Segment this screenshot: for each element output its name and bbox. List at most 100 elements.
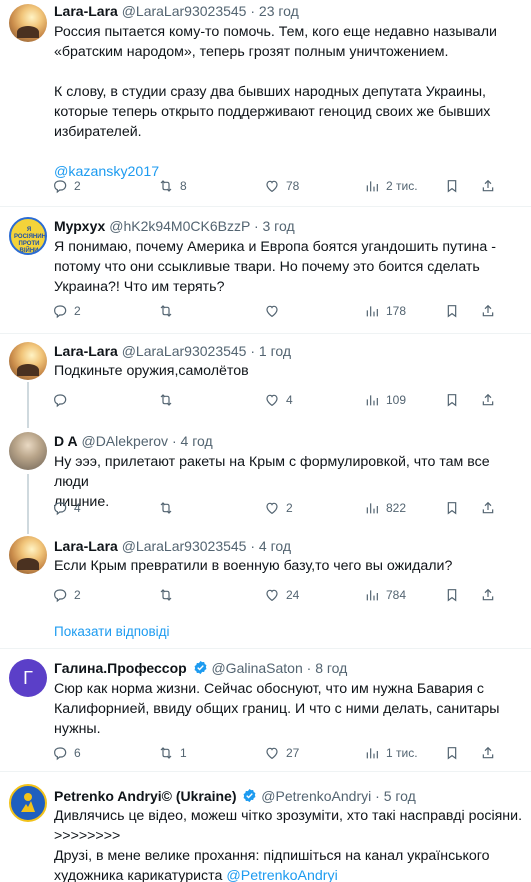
avatar[interactable]: [9, 4, 47, 42]
like-button[interactable]: [264, 301, 286, 321]
author-handle[interactable]: @GalinaSaton: [211, 660, 302, 676]
tweet-card[interactable]: Lara-Lara @LaraLar93023545 · 1 год Подки…: [0, 334, 531, 426]
bookmark-button[interactable]: [444, 176, 460, 196]
text-line: «братским народом», теперь грозят полным…: [54, 44, 449, 60]
tweet-card[interactable]: D A @DAlekperov · 4 год Ну эээ, прилетаю…: [0, 426, 531, 532]
tweet-card[interactable]: Petrenko Andryi© (Ukraine) @PetrenkoAndr…: [0, 772, 531, 882]
retweet-button[interactable]: [158, 585, 180, 605]
share-button[interactable]: [480, 301, 496, 321]
author-name[interactable]: D A: [54, 433, 78, 449]
author-name[interactable]: Мурхух: [54, 218, 105, 234]
views-button[interactable]: 1 тис.: [364, 743, 418, 763]
like-count: 2: [286, 501, 293, 515]
bookmark-button[interactable]: [444, 390, 460, 410]
share-icon: [480, 178, 496, 194]
author-name[interactable]: Lara-Lara: [54, 538, 118, 554]
separator-dot: ·: [250, 538, 256, 554]
reply-icon: [52, 745, 68, 761]
avatar[interactable]: [9, 784, 47, 822]
text-line: Калифорнией, ввиду общих границ. И что с…: [54, 701, 500, 717]
avatar[interactable]: Г: [9, 659, 47, 697]
retweet-button[interactable]: 8: [158, 176, 187, 196]
like-button[interactable]: 4: [264, 390, 293, 410]
text-line: художника карикатуриста: [54, 868, 227, 882]
retweet-button[interactable]: [158, 301, 180, 321]
tweet-header: Мурхух @hK2k94M0CK6BzzP · 3 год: [54, 217, 295, 235]
timestamp[interactable]: 4 год: [259, 538, 291, 554]
heart-icon: [264, 303, 280, 319]
author-name[interactable]: Lara-Lara: [54, 3, 118, 19]
retweet-button[interactable]: [158, 390, 180, 410]
avatar[interactable]: [9, 536, 47, 574]
views-button[interactable]: 2 тис.: [364, 176, 418, 196]
reply-button[interactable]: 2: [52, 585, 81, 605]
share-icon: [480, 745, 496, 761]
author-handle[interactable]: @hK2k94M0CK6BzzP: [109, 218, 250, 234]
bar-chart-icon: [364, 178, 380, 194]
like-button[interactable]: 27: [264, 743, 299, 763]
bookmark-button[interactable]: [444, 498, 460, 518]
views-button[interactable]: 784: [364, 585, 406, 605]
author-name[interactable]: Lara-Lara: [54, 343, 118, 359]
avatar[interactable]: Я РОСІЯНИН ПРОТИ ВІЙНИ: [9, 217, 47, 255]
bar-chart-icon: [364, 745, 380, 761]
share-icon: [480, 587, 496, 603]
tweet-card[interactable]: Я РОСІЯНИН ПРОТИ ВІЙНИ Мурхух @hK2k94M0C…: [0, 207, 531, 333]
timestamp[interactable]: 1 год: [259, 343, 291, 359]
timestamp[interactable]: 23 год: [259, 3, 299, 19]
tweet-card[interactable]: Lara-Lara @LaraLar93023545 · 23 год Росс…: [0, 0, 531, 206]
avatar[interactable]: [9, 342, 47, 380]
author-handle[interactable]: @LaraLar93023545: [122, 538, 247, 554]
heart-icon: [264, 587, 280, 603]
author-handle[interactable]: @LaraLar93023545: [122, 343, 247, 359]
reply-button[interactable]: 2: [52, 301, 81, 321]
share-button[interactable]: [480, 390, 496, 410]
author-handle[interactable]: @DAlekperov: [81, 433, 168, 449]
reply-button[interactable]: 2: [52, 176, 81, 196]
bookmark-button[interactable]: [444, 585, 460, 605]
views-button[interactable]: 822: [364, 498, 406, 518]
share-button[interactable]: [480, 585, 496, 605]
views-count: 109: [386, 393, 407, 407]
author-handle[interactable]: @PetrenkoAndryi: [261, 788, 371, 804]
text-line: Дивлячись це відео, можеш чітко зрозуміт…: [54, 808, 523, 824]
show-replies-link[interactable]: Показати відповіді: [54, 624, 170, 639]
avatar[interactable]: [9, 432, 47, 470]
views-button[interactable]: 109: [364, 390, 406, 410]
like-button[interactable]: 24: [264, 585, 299, 605]
text-line: К слову, в студии сразу два бывших народ…: [54, 84, 486, 100]
timestamp[interactable]: 5 год: [384, 788, 416, 804]
text-line: нужны.: [54, 721, 101, 737]
tweet-text: Если Крым превратили в военную базу,то ч…: [54, 556, 524, 576]
timestamp[interactable]: 3 год: [263, 218, 295, 234]
like-count: 78: [286, 179, 300, 193]
timestamp[interactable]: 8 год: [315, 660, 347, 676]
author-name[interactable]: Petrenko Andryi© (Ukraine): [54, 788, 237, 804]
bar-chart-icon: [364, 500, 380, 516]
reply-button[interactable]: 6: [52, 743, 81, 763]
tweet-card[interactable]: Г Галина.Профессор @GalinaSaton · 8 год …: [0, 649, 531, 771]
share-button[interactable]: [480, 743, 496, 763]
like-button[interactable]: 78: [264, 176, 299, 196]
retweet-button[interactable]: 1: [158, 743, 187, 763]
retweet-button[interactable]: [158, 498, 180, 518]
views-button[interactable]: 178: [364, 301, 406, 321]
like-button[interactable]: 2: [264, 498, 293, 518]
bookmark-button[interactable]: [444, 301, 460, 321]
author-name[interactable]: Галина.Профессор: [54, 660, 187, 676]
bookmark-button[interactable]: [444, 743, 460, 763]
author-handle[interactable]: @LaraLar93023545: [122, 3, 247, 19]
bookmark-icon: [444, 303, 460, 319]
reply-button[interactable]: [52, 390, 74, 410]
tweet-text: Я понимаю, почему Америка и Европа боятс…: [54, 237, 524, 297]
share-icon: [480, 303, 496, 319]
share-button[interactable]: [480, 176, 496, 196]
reply-button[interactable]: 4: [52, 498, 81, 518]
tweet-card[interactable]: Lara-Lara @LaraLar93023545 · 4 год Если …: [0, 532, 531, 618]
reply-count: 2: [74, 588, 81, 602]
reply-icon: [52, 392, 68, 408]
tweet-header: Lara-Lara @LaraLar93023545 · 23 год: [54, 2, 299, 20]
share-button[interactable]: [480, 498, 496, 518]
mention-link[interactable]: @PetrenkoAndryi: [226, 868, 337, 882]
timestamp[interactable]: 4 год: [181, 433, 213, 449]
